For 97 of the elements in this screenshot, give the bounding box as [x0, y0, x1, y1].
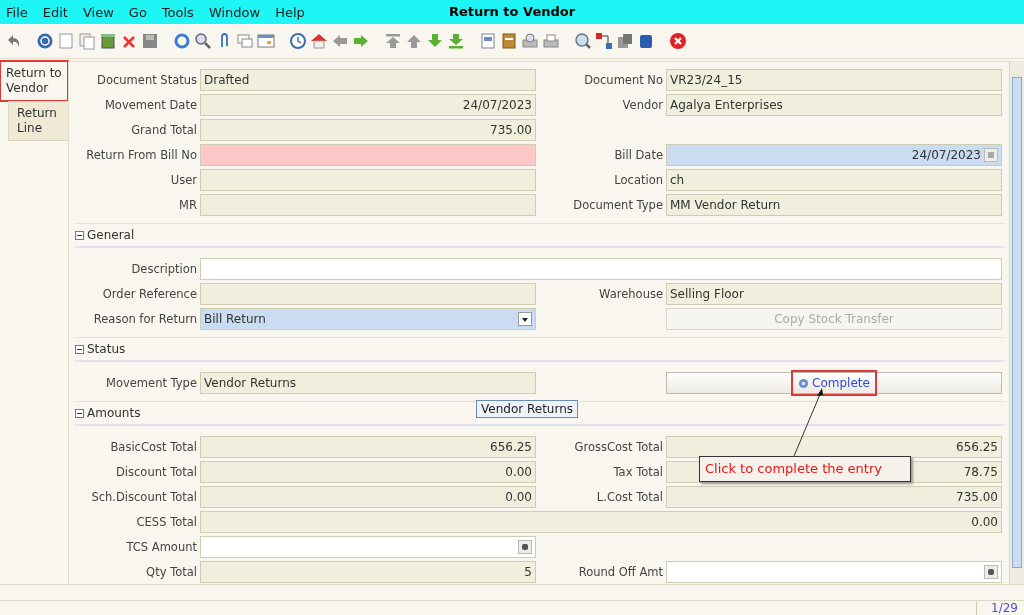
arrow-left-icon[interactable]	[331, 32, 349, 50]
menu-item[interactable]: View	[76, 4, 123, 20]
table-icon[interactable]	[257, 32, 275, 50]
text-field[interactable]: 5	[200, 561, 536, 583]
field-label: Reason for Return	[92, 311, 197, 328]
home-icon[interactable]	[310, 32, 328, 50]
zoom-icon[interactable]	[574, 32, 592, 50]
text-field[interactable]: 735.00	[666, 486, 1002, 508]
arrow-up-icon[interactable]	[405, 32, 423, 50]
collapse-icon[interactable]	[75, 344, 84, 354]
field-label: Location	[613, 172, 663, 189]
search-icon[interactable]	[194, 32, 212, 50]
menu-item[interactable]: Window	[202, 4, 270, 20]
collapse-icon[interactable]	[75, 230, 84, 240]
field-label: Discount Total	[115, 464, 197, 481]
field-label: CESS Total	[135, 514, 197, 531]
calculator-icon[interactable]	[518, 540, 532, 554]
arrow-right-icon[interactable]	[352, 32, 370, 50]
field-label: Document Type	[572, 197, 663, 214]
calculator-icon[interactable]	[984, 565, 998, 579]
text-field[interactable]: 24/07/2023	[200, 94, 536, 116]
tooltip: Vendor Returns	[476, 400, 579, 418]
print-preview-icon[interactable]	[521, 32, 539, 50]
field-label: TCS Amount	[125, 539, 197, 556]
gear-icon	[798, 377, 810, 389]
menu-item[interactable]: File	[0, 4, 37, 20]
text-field[interactable]: 0.00	[200, 461, 536, 483]
dropdown-field[interactable]: Bill Return	[200, 308, 536, 330]
hint-tooltip: Click to complete the entry	[699, 456, 911, 482]
date-field[interactable]: 24/07/2023	[666, 144, 1002, 166]
save-icon[interactable]	[141, 32, 159, 50]
text-field[interactable]: VR23/24_15	[666, 69, 1002, 91]
text-field[interactable]: Agalya Enterprises	[666, 94, 1002, 116]
field-label: Movement Type	[105, 375, 197, 392]
archive-icon[interactable]	[500, 32, 518, 50]
text-field[interactable]: 0.00	[200, 511, 1002, 533]
text-field[interactable]: 0.00	[200, 486, 536, 508]
tab[interactable]: Return to Vendor	[0, 61, 68, 101]
field-label: BasicCost Total	[109, 439, 197, 456]
text-field[interactable]: 735.00	[200, 119, 536, 141]
field-label: Order Reference	[101, 286, 197, 303]
text-field[interactable]: 656.25	[666, 436, 1002, 458]
workflow-icon[interactable]	[595, 32, 613, 50]
text-field[interactable]: Drafted	[200, 69, 536, 91]
scrollbar[interactable]	[1009, 61, 1024, 584]
field-label: User	[169, 172, 197, 189]
clock-icon[interactable]	[289, 32, 307, 50]
report-icon[interactable]	[479, 32, 497, 50]
arrow-last-icon[interactable]	[447, 32, 465, 50]
section-title: Status	[87, 342, 126, 356]
text-field[interactable]	[200, 169, 536, 191]
text-field[interactable]	[200, 536, 536, 558]
close-icon[interactable]	[669, 32, 687, 50]
window-title: Return to Vendor	[448, 4, 576, 19]
menu-item[interactable]: Go	[122, 4, 156, 20]
section-title: General	[87, 228, 135, 242]
field-label: MR	[178, 197, 197, 214]
field-label: Movement Date	[103, 97, 197, 114]
field-label: Return From Bill No	[85, 147, 197, 164]
copy-icon[interactable]	[78, 32, 96, 50]
text-field[interactable]	[200, 194, 536, 216]
menu-item[interactable]: Edit	[36, 4, 77, 20]
field-label: GrossCost Total	[573, 439, 663, 456]
text-field[interactable]: ch	[666, 169, 1002, 191]
field-label: L.Cost Total	[595, 489, 663, 506]
field-label: Qty Total	[145, 564, 197, 581]
section-title: Amounts	[87, 406, 141, 420]
calendar-icon[interactable]	[984, 148, 998, 162]
field-label: Tax Total	[612, 464, 663, 481]
field-label: Warehouse	[598, 286, 663, 303]
boxes-icon[interactable]	[616, 32, 634, 50]
field-label: Grand Total	[130, 122, 197, 139]
menu-item[interactable]: Tools	[155, 4, 203, 20]
arrow	[793, 388, 823, 457]
collapse-icon[interactable]	[75, 408, 84, 418]
field-label: Document Status	[96, 72, 197, 89]
text-field[interactable]: 656.25	[200, 436, 536, 458]
field-label: Vendor	[621, 97, 663, 114]
field-label: Description	[130, 261, 197, 278]
complete-button[interactable]: Complete	[666, 372, 1002, 394]
arrow-first-icon[interactable]	[384, 32, 402, 50]
field-label: Round Off Amt	[577, 564, 663, 581]
text-field[interactable]: Vendor Returns	[200, 372, 536, 394]
text-field[interactable]: MM Vendor Return	[666, 194, 1002, 216]
text-field[interactable]: Selling Floor	[666, 283, 1002, 305]
record-counter: 1/29	[976, 601, 1024, 615]
print-icon[interactable]	[542, 32, 560, 50]
text-field[interactable]	[200, 283, 536, 305]
text-field[interactable]	[200, 258, 1002, 280]
text-field[interactable]	[666, 561, 1002, 583]
field-label: Sch.Discount Total	[90, 489, 197, 506]
menu-item[interactable]: Help	[269, 4, 314, 20]
field-label: Bill Date	[613, 147, 663, 164]
field-label: Document No	[583, 72, 663, 89]
text-field[interactable]	[200, 144, 536, 166]
arrow-down-icon[interactable]	[426, 32, 444, 50]
tab[interactable]: Return Line	[8, 101, 68, 141]
